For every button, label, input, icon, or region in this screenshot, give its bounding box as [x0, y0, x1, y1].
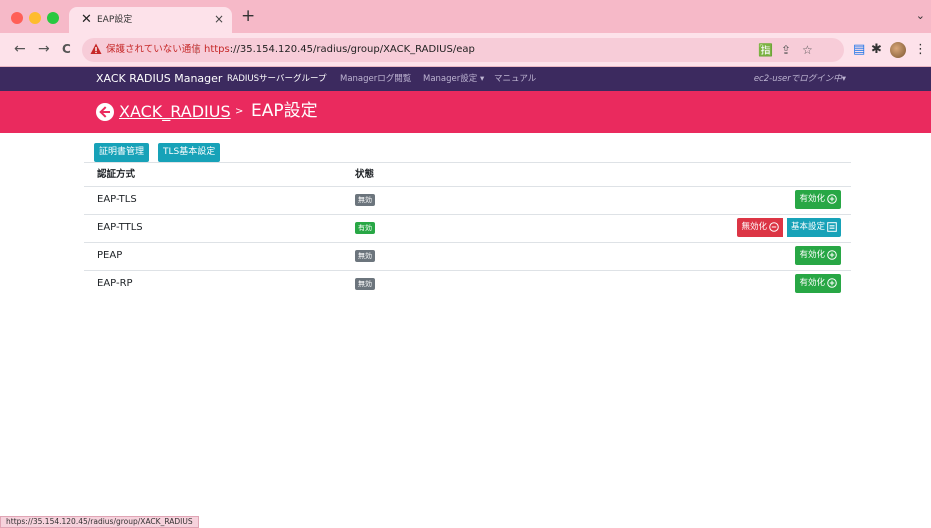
status-badge: 有効 [355, 222, 375, 234]
nav-radius-groups[interactable]: RADIUSサーバーグループ [227, 73, 326, 85]
nav-manager-logs[interactable]: Managerログ閲覧 [340, 73, 411, 85]
basic-settings-button[interactable]: 基本設定 [786, 218, 841, 237]
browser-tab[interactable]: ✕ EAP設定 × [69, 7, 232, 33]
breadcrumb-separator: > [235, 106, 244, 117]
address-bar[interactable]: 保護されていない通信 | https://35.154.120.45/radiu… [82, 38, 844, 62]
browser-tabbar: ✕ EAP設定 × + ⌄ [0, 0, 931, 33]
plus-circle-icon [827, 249, 837, 260]
cert-management-button[interactable]: 証明書管理 [94, 143, 150, 162]
warning-icon [90, 43, 102, 54]
link-status-bar: https://35.154.120.45/radius/group/XACK_… [0, 516, 199, 528]
plus-circle-icon [827, 277, 837, 288]
reader-icon[interactable]: ▤ [853, 42, 865, 58]
nav-manager-settings[interactable]: Manager設定 ▾ [423, 73, 484, 85]
disable-button[interactable]: 無効化 [737, 218, 783, 237]
list-box-icon [827, 221, 837, 232]
column-header-status: 状態 [355, 169, 375, 180]
enable-button[interactable]: 有効化 [795, 274, 841, 293]
url-text[interactable]: https://35.154.120.45/radius/group/XACK_… [204, 43, 475, 57]
table-header-row: 認証方式 状態 [84, 162, 851, 186]
menu-kebab-icon[interactable]: ⋮ [914, 42, 927, 58]
app-navbar: XACK RADIUS Manager RADIUSサーバーグループ Manag… [0, 67, 931, 91]
url-scheme: https [204, 44, 230, 55]
back-circle-icon[interactable] [96, 103, 114, 121]
minus-circle-icon [769, 221, 779, 232]
window-minimize-dot[interactable] [29, 12, 41, 24]
enable-button-label: 有効化 [799, 250, 825, 260]
table-row: EAP-TTLS 有効 無効化 基本設定 [84, 214, 851, 242]
user-menu[interactable]: ec2-userでログイン中▾ [754, 73, 846, 85]
status-badge: 無効 [355, 250, 375, 262]
method-name: EAP-TTLS [97, 222, 143, 233]
status-badge: 無効 [355, 278, 375, 290]
url-separator: | [195, 44, 199, 55]
tab-close-icon[interactable]: × [214, 12, 224, 26]
url-path: ://35.154.120.45/radius/group/XACK_RADIU… [229, 44, 475, 55]
method-name: EAP-RP [97, 278, 133, 289]
bookmark-star-icon[interactable]: ☆ [802, 42, 813, 58]
forward-arrow-icon[interactable]: → [38, 41, 50, 57]
translate-icon[interactable]: 🈯 [758, 42, 773, 58]
back-arrow-icon[interactable]: ← [14, 41, 26, 57]
method-name: PEAP [97, 250, 123, 261]
disable-button-label: 無効化 [741, 222, 767, 232]
favicon-icon: ✕ [81, 12, 92, 27]
enable-button-label: 有効化 [799, 278, 825, 288]
reload-icon[interactable]: C [62, 41, 71, 57]
enable-button[interactable]: 有効化 [795, 190, 841, 209]
page-title: EAP設定 [251, 101, 318, 121]
basic-settings-label: 基本設定 [790, 222, 825, 232]
status-badge: 無効 [355, 194, 375, 206]
tab-list-chevron-icon[interactable]: ⌄ [916, 9, 925, 22]
new-tab-icon[interactable]: + [241, 7, 255, 25]
plus-circle-icon [827, 193, 837, 204]
table-row: PEAP 無効 有効化 [84, 242, 851, 270]
share-icon[interactable]: ⇪ [781, 42, 791, 58]
enable-button[interactable]: 有効化 [795, 246, 841, 265]
window-close-dot[interactable] [11, 12, 23, 24]
window-zoom-dot[interactable] [47, 12, 59, 24]
breadcrumb-group-link[interactable]: XACK_RADIUS [119, 101, 231, 123]
method-name: EAP-TLS [97, 194, 137, 205]
tls-settings-button[interactable]: TLS基本設定 [158, 143, 221, 162]
column-header-method: 認証方式 [97, 169, 136, 180]
enable-button-label: 有効化 [799, 194, 825, 204]
tab-title: EAP設定 [97, 15, 133, 25]
security-warning-text: 保護されていない通信 [106, 44, 201, 55]
browser-toolbar: ← → C 保護されていない通信 | https://35.154.120.45… [0, 33, 931, 67]
table-row: EAP-RP 無効 有効化 [84, 270, 851, 298]
brand-link[interactable]: XACK RADIUS Manager [96, 72, 222, 86]
profile-avatar[interactable] [890, 42, 906, 58]
table-row: EAP-TLS 無効 有効化 [84, 186, 851, 214]
nav-manual[interactable]: マニュアル [494, 73, 536, 85]
page-header: XACK_RADIUS > EAP設定 [0, 91, 931, 133]
